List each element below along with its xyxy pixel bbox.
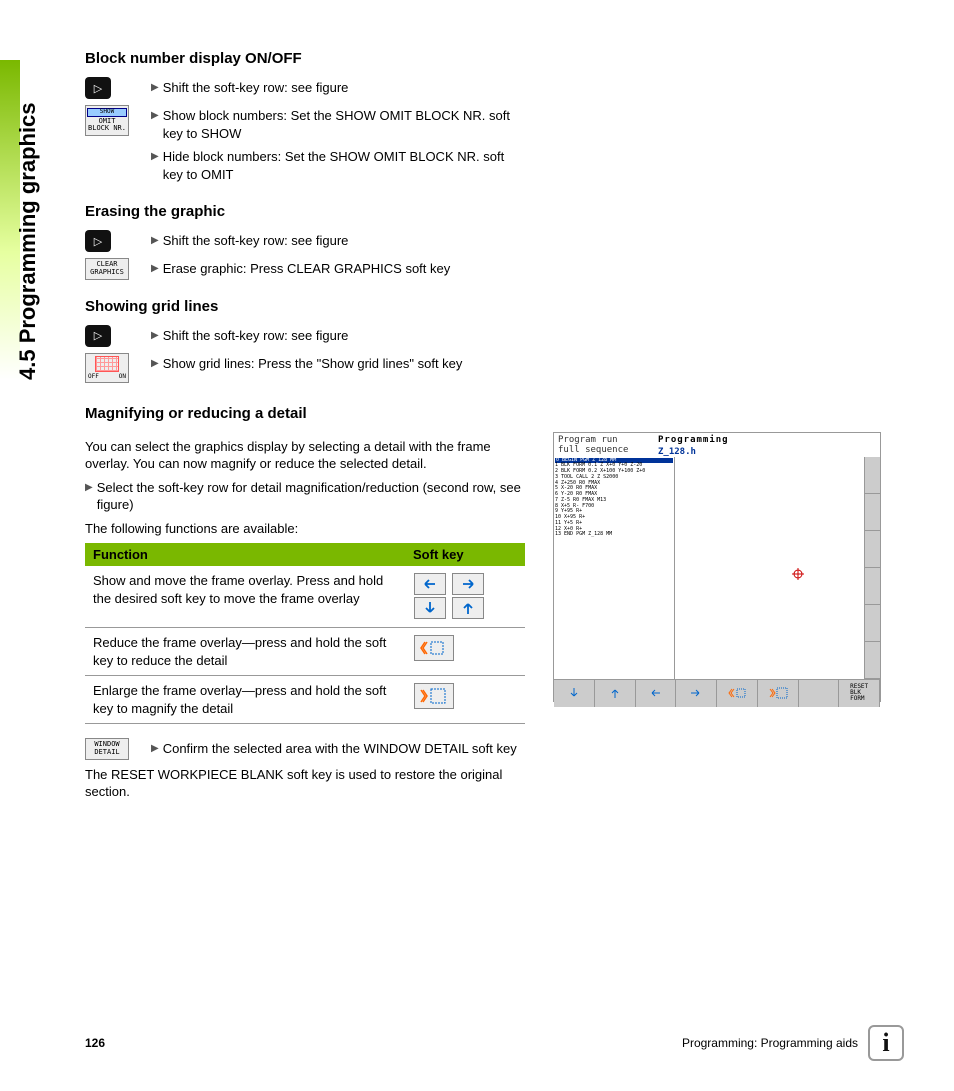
text: Select the soft-key row for detail magni… bbox=[97, 479, 525, 514]
scr-title: Programming bbox=[654, 433, 733, 447]
softkey-bot: BLOCK NR. bbox=[87, 125, 127, 133]
table-row: Show and move the frame overlay. Press a… bbox=[85, 566, 525, 627]
softkey-line: DETAIL bbox=[87, 749, 127, 757]
shift-key-button[interactable]: ▷ bbox=[85, 77, 111, 99]
enlarge-softkey[interactable] bbox=[414, 683, 454, 709]
text: Hide block numbers: Set the SHOW OMIT BL… bbox=[163, 148, 511, 183]
para: The RESET WORKPIECE BLANK soft key is us… bbox=[85, 766, 525, 801]
page-number: 126 bbox=[85, 1036, 105, 1050]
para: You can select the graphics display by s… bbox=[85, 438, 525, 473]
heading-block-number: Block number display ON/OFF bbox=[85, 50, 904, 67]
sk-reset[interactable]: RESET BLK FORM bbox=[839, 680, 880, 707]
para: The following functions are available: bbox=[85, 520, 525, 538]
triangle-bullet-icon: ▶ bbox=[85, 481, 93, 495]
on-label: ON bbox=[119, 373, 126, 380]
functions-table: Function Soft key Show and move the fram… bbox=[85, 543, 525, 724]
triangle-bullet-icon: ▶ bbox=[151, 742, 159, 756]
program-list: 0 BEGIN PGM Z_128 MM 1 BLK FORM 0.1 Z X+… bbox=[554, 457, 674, 679]
arrow-down-softkey[interactable] bbox=[414, 597, 446, 619]
softkey-cell bbox=[405, 566, 525, 627]
table-row: Enlarge the frame overlay—press and hold… bbox=[85, 676, 525, 724]
triangle-bullet-icon: ▶ bbox=[151, 357, 159, 371]
reduce-softkey[interactable] bbox=[414, 635, 454, 661]
heading-grid: Showing grid lines bbox=[85, 298, 904, 315]
func-text: Enlarge the frame overlay—press and hold… bbox=[85, 676, 405, 724]
scr-mode-line1: Program run bbox=[558, 435, 650, 445]
text: Shift the soft-key row: see figure bbox=[163, 79, 349, 97]
table-row: Reduce the frame overlay—press and hold … bbox=[85, 628, 525, 676]
sk-right[interactable] bbox=[676, 680, 717, 707]
shift-key-button[interactable]: ▷ bbox=[85, 230, 111, 252]
softkey-top: SHOW bbox=[87, 108, 127, 117]
col-softkey: Soft key bbox=[405, 543, 525, 566]
triangle-bullet-icon: ▶ bbox=[151, 329, 159, 343]
info-icon: i bbox=[868, 1025, 904, 1061]
sk-down[interactable] bbox=[554, 680, 595, 707]
text: Erase graphic: Press CLEAR GRAPHICS soft… bbox=[163, 260, 451, 278]
arrow-up-softkey[interactable] bbox=[452, 597, 484, 619]
text: Shift the soft-key row: see figure bbox=[163, 327, 349, 345]
window-detail-softkey[interactable]: WINDOW DETAIL bbox=[85, 738, 129, 759]
scr-file: Z_128.h bbox=[654, 447, 733, 457]
sk-up[interactable] bbox=[595, 680, 636, 707]
heading-magnify: Magnifying or reducing a detail bbox=[85, 405, 904, 422]
grid-icon bbox=[95, 356, 119, 372]
scr-mode-line2: full sequence bbox=[558, 445, 650, 455]
off-label: OFF bbox=[88, 373, 99, 380]
arrow-left-softkey[interactable] bbox=[414, 573, 446, 595]
shift-key-button[interactable]: ▷ bbox=[85, 325, 111, 347]
controller-screenshot: Program run full sequence Programming Z_… bbox=[553, 432, 881, 702]
show-omit-softkey[interactable]: SHOW OMIT BLOCK NR. bbox=[85, 105, 129, 136]
text: Confirm the selected area with the WINDO… bbox=[163, 740, 517, 758]
arrow-right-softkey[interactable] bbox=[452, 573, 484, 595]
triangle-bullet-icon: ▶ bbox=[151, 109, 159, 123]
col-function: Function bbox=[85, 543, 405, 566]
triangle-bullet-icon: ▶ bbox=[151, 262, 159, 276]
sk-blank[interactable] bbox=[799, 680, 840, 707]
func-text: Show and move the frame overlay. Press a… bbox=[85, 566, 405, 627]
heading-erase: Erasing the graphic bbox=[85, 203, 904, 220]
sk-enlarge[interactable] bbox=[758, 680, 799, 707]
chapter-label: Programming: Programming aids bbox=[682, 1036, 858, 1050]
list-item: 13 END PGM Z_128 MM bbox=[555, 532, 673, 538]
right-softkey-bar bbox=[864, 457, 880, 679]
triangle-bullet-icon: ▶ bbox=[151, 150, 159, 164]
text: Show block numbers: Set the SHOW OMIT BL… bbox=[163, 107, 511, 142]
clear-graphics-softkey[interactable]: CLEAR GRAPHICS bbox=[85, 258, 129, 279]
text: Show grid lines: Press the "Show grid li… bbox=[163, 355, 463, 373]
bottom-softkey-row: RESET BLK FORM bbox=[554, 679, 880, 707]
side-section-title: 4.5 Programming graphics bbox=[15, 102, 41, 380]
target-icon bbox=[792, 568, 804, 580]
text: Shift the soft-key row: see figure bbox=[163, 232, 349, 250]
grid-lines-softkey[interactable]: OFF ON bbox=[85, 353, 129, 383]
func-text: Reduce the frame overlay—press and hold … bbox=[85, 628, 405, 676]
sk-left[interactable] bbox=[636, 680, 677, 707]
softkey-line: GRAPHICS bbox=[87, 269, 127, 277]
graphics-area bbox=[674, 457, 864, 679]
triangle-bullet-icon: ▶ bbox=[151, 234, 159, 248]
sk-reduce[interactable] bbox=[717, 680, 758, 707]
triangle-bullet-icon: ▶ bbox=[151, 81, 159, 95]
